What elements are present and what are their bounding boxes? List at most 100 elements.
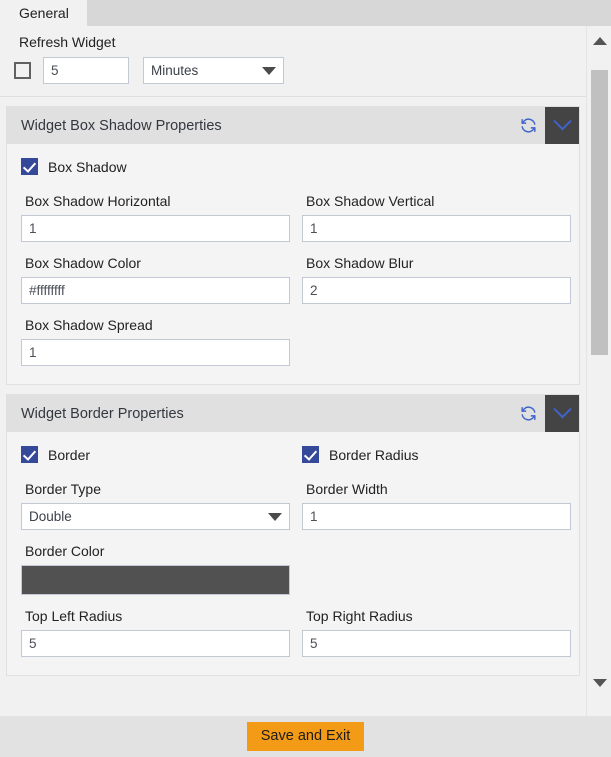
refresh-widget-label: Refresh Widget bbox=[19, 34, 116, 50]
section-box-shadow-title: Widget Box Shadow Properties bbox=[21, 117, 222, 134]
box-shadow-horizontal-value: 1 bbox=[29, 221, 37, 236]
box-shadow-offsets-row: Box Shadow Horizontal 1 Box Shadow Verti… bbox=[7, 193, 579, 242]
border-checkbox-row: Border bbox=[21, 446, 292, 463]
refresh-widget-row: 5 Minutes bbox=[14, 57, 586, 84]
vertical-scrollbar[interactable] bbox=[586, 26, 611, 716]
box-shadow-horizontal-label: Box Shadow Horizontal bbox=[25, 193, 171, 209]
refresh-widget-block: Refresh Widget 5 Minutes bbox=[0, 26, 586, 97]
border-color-label: Border Color bbox=[25, 543, 105, 559]
border-width-label: Border Width bbox=[306, 481, 388, 497]
section-border-header: Widget Border Properties bbox=[7, 395, 579, 432]
box-shadow-blur-label: Box Shadow Blur bbox=[306, 255, 414, 271]
border-radius-checkbox[interactable] bbox=[302, 446, 319, 463]
box-shadow-horizontal-input[interactable]: 1 bbox=[21, 215, 290, 242]
border-radius-checkbox-row: Border Radius bbox=[302, 446, 573, 463]
box-shadow-horizontal-field: Box Shadow Horizontal 1 bbox=[21, 193, 292, 242]
box-shadow-blur-field: Box Shadow Blur 2 bbox=[302, 255, 573, 304]
border-type-value: Double bbox=[29, 509, 72, 524]
top-right-radius-value: 5 bbox=[310, 636, 318, 651]
box-shadow-blur-input[interactable]: 2 bbox=[302, 277, 571, 304]
box-shadow-spread-row: Box Shadow Spread 1 bbox=[7, 317, 579, 366]
border-width-input[interactable]: 1 bbox=[302, 503, 571, 530]
scroll-up-button[interactable] bbox=[587, 30, 611, 52]
box-shadow-blur-value: 2 bbox=[310, 283, 318, 298]
refresh-icon[interactable] bbox=[511, 395, 545, 432]
top-left-radius-input[interactable]: 5 bbox=[21, 630, 290, 657]
box-shadow-checkbox-row: Box Shadow bbox=[21, 158, 127, 175]
border-checkbox-label: Border bbox=[48, 446, 91, 463]
box-shadow-spread-label: Box Shadow Spread bbox=[25, 317, 153, 333]
section-border-body: Border Border Radius Border Type Double … bbox=[7, 432, 579, 675]
box-shadow-color-field: Box Shadow Color #ffffffff bbox=[21, 255, 292, 304]
border-type-select[interactable]: Double bbox=[21, 503, 290, 530]
tab-general[interactable]: General bbox=[0, 0, 87, 26]
top-right-radius-field: Top Right Radius 5 bbox=[302, 608, 573, 657]
box-shadow-checkbox-label: Box Shadow bbox=[48, 158, 127, 175]
footer-bar: Save and Exit bbox=[0, 716, 611, 757]
section-border: Widget Border Properties Border Border R… bbox=[6, 394, 580, 676]
border-enable-row: Border Border Radius bbox=[7, 446, 579, 463]
refresh-icon[interactable] bbox=[511, 107, 545, 144]
scroll-down-button[interactable] bbox=[587, 672, 611, 694]
border-color-field: Border Color bbox=[21, 543, 292, 595]
save-and-exit-button[interactable]: Save and Exit bbox=[246, 722, 365, 751]
border-type-field: Border Type Double bbox=[21, 481, 292, 530]
border-color-row: Border Color bbox=[7, 543, 579, 595]
tabstrip: General bbox=[0, 0, 611, 26]
collapse-border-button[interactable] bbox=[545, 395, 579, 432]
section-box-shadow-body: Box Shadow Box Shadow Horizontal 1 Box S… bbox=[7, 144, 579, 384]
border-width-field: Border Width 1 bbox=[302, 481, 573, 530]
refresh-unit-value: Minutes bbox=[151, 63, 199, 78]
chevron-down-icon bbox=[268, 512, 282, 521]
border-checkbox[interactable] bbox=[21, 446, 38, 463]
box-shadow-color-blur-row: Box Shadow Color #ffffffff Box Shadow Bl… bbox=[7, 255, 579, 304]
box-shadow-spread-input[interactable]: 1 bbox=[21, 339, 290, 366]
border-radius-checkbox-field: Border Radius bbox=[302, 446, 573, 463]
top-right-radius-label: Top Right Radius bbox=[306, 608, 413, 624]
border-width-value: 1 bbox=[310, 509, 318, 524]
triangle-down-icon bbox=[592, 679, 607, 687]
box-shadow-vertical-value: 1 bbox=[310, 221, 318, 236]
chevron-down-icon bbox=[262, 66, 276, 75]
box-shadow-enable-row: Box Shadow bbox=[7, 158, 579, 175]
top-left-radius-field: Top Left Radius 5 bbox=[21, 608, 292, 657]
box-shadow-spread-field: Box Shadow Spread 1 bbox=[21, 317, 292, 366]
border-radius-row: Top Left Radius 5 Top Right Radius 5 bbox=[7, 608, 579, 657]
box-shadow-color-value: #ffffffff bbox=[29, 283, 65, 298]
border-radius-checkbox-label: Border Radius bbox=[329, 446, 419, 463]
section-box-shadow-header: Widget Box Shadow Properties bbox=[7, 107, 579, 144]
box-shadow-checkbox[interactable] bbox=[21, 158, 38, 175]
top-right-radius-input[interactable]: 5 bbox=[302, 630, 571, 657]
refresh-interval-input[interactable]: 5 bbox=[43, 57, 129, 84]
top-left-radius-label: Top Left Radius bbox=[25, 608, 123, 624]
top-left-radius-value: 5 bbox=[29, 636, 37, 651]
section-box-shadow: Widget Box Shadow Properties Box Shadow … bbox=[6, 106, 580, 385]
box-shadow-vertical-field: Box Shadow Vertical 1 bbox=[302, 193, 573, 242]
collapse-box-shadow-button[interactable] bbox=[545, 107, 579, 144]
box-shadow-vertical-label: Box Shadow Vertical bbox=[306, 193, 435, 209]
border-type-width-row: Border Type Double Border Width 1 bbox=[7, 481, 579, 530]
border-type-label: Border Type bbox=[25, 481, 102, 497]
border-checkbox-field: Border bbox=[21, 446, 292, 463]
scrollbar-thumb[interactable] bbox=[591, 70, 608, 355]
tab-general-label: General bbox=[19, 5, 69, 21]
box-shadow-vertical-input[interactable]: 1 bbox=[302, 215, 571, 242]
widget-properties-panel: General Refresh Widget 5 Minutes Widget … bbox=[0, 0, 611, 757]
box-shadow-color-input[interactable]: #ffffffff bbox=[21, 277, 290, 304]
border-color-swatch[interactable] bbox=[21, 565, 290, 595]
properties-scroll-viewport: Refresh Widget 5 Minutes Widget Box Shad… bbox=[0, 26, 586, 716]
chevron-down-icon bbox=[552, 112, 572, 131]
section-border-title: Widget Border Properties bbox=[21, 405, 184, 422]
refresh-unit-select[interactable]: Minutes bbox=[143, 57, 284, 84]
refresh-widget-checkbox[interactable] bbox=[14, 62, 31, 79]
triangle-up-icon bbox=[592, 37, 607, 45]
box-shadow-spread-value: 1 bbox=[29, 345, 37, 360]
refresh-interval-value: 5 bbox=[51, 63, 59, 78]
chevron-down-icon bbox=[552, 400, 572, 419]
box-shadow-color-label: Box Shadow Color bbox=[25, 255, 141, 271]
